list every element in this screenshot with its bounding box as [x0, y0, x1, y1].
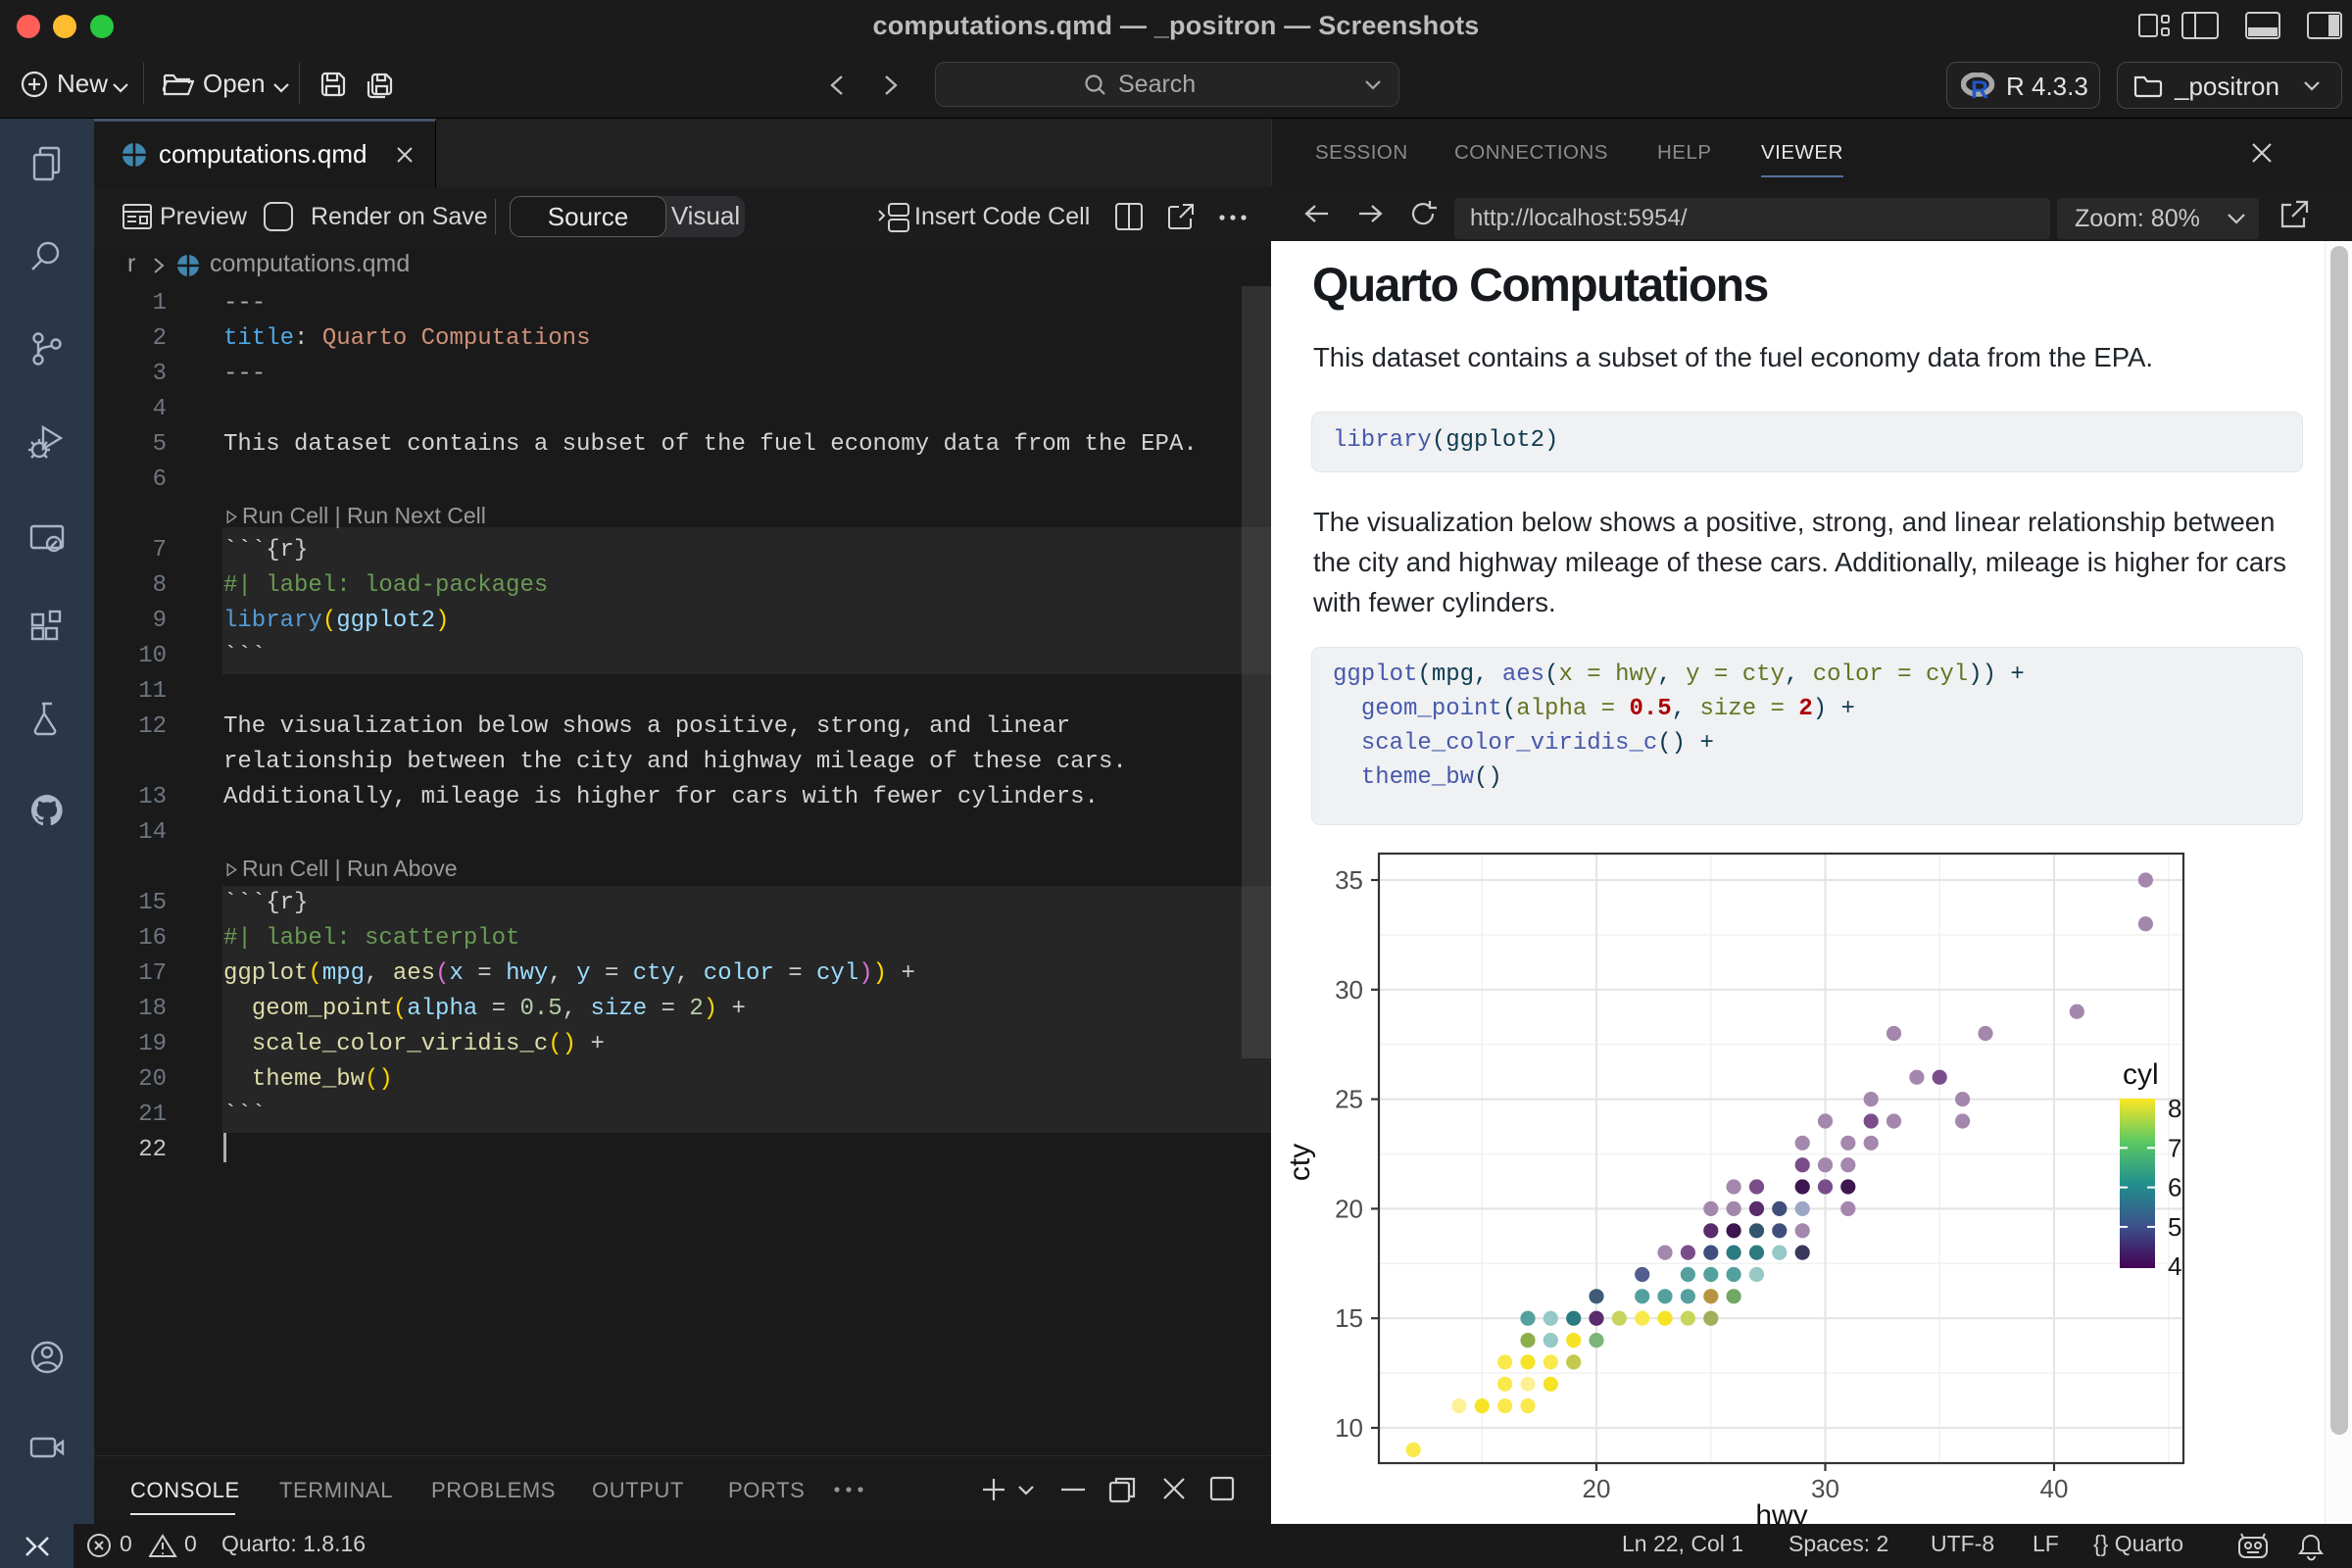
svg-text:6: 6: [2168, 1173, 2181, 1202]
svg-text:25: 25: [1335, 1085, 1363, 1114]
svg-text:30: 30: [1335, 975, 1363, 1004]
svg-text:cyl: cyl: [2123, 1058, 2159, 1091]
svg-text:4: 4: [2168, 1251, 2181, 1281]
svg-text:cty: cty: [1284, 1144, 1316, 1181]
svg-text:8: 8: [2168, 1094, 2181, 1123]
svg-text:7: 7: [2168, 1133, 2181, 1162]
svg-text:R: R: [1971, 76, 1988, 102]
svg-text:10: 10: [1335, 1413, 1363, 1443]
svg-text:35: 35: [1335, 865, 1363, 895]
svg-text:40: 40: [2040, 1474, 2069, 1503]
svg-text:20: 20: [1335, 1194, 1363, 1223]
svg-text:20: 20: [1583, 1474, 1611, 1503]
svg-text:30: 30: [1811, 1474, 1839, 1503]
svg-text:5: 5: [2168, 1212, 2181, 1242]
svg-text:15: 15: [1335, 1303, 1363, 1333]
svg-text:hwy: hwy: [1755, 1499, 1807, 1524]
